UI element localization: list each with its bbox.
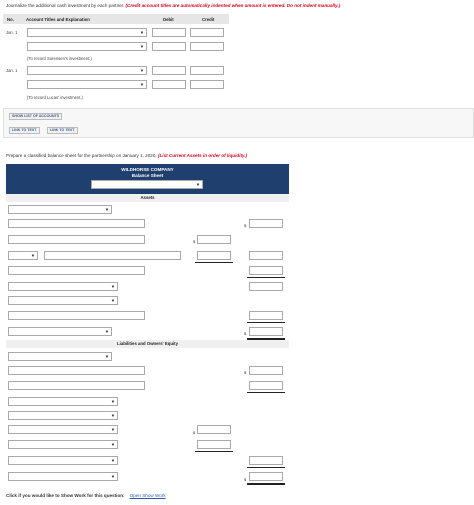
entry-1-credit-input-1[interactable]: [190, 28, 224, 37]
equity-account-select-3[interactable]: [8, 456, 118, 465]
entry-2-debit-input-1[interactable]: [152, 66, 186, 75]
header-credit: Credit: [202, 16, 215, 22]
liabilities-equity-heading: Liabilities and Owners' Equity: [6, 340, 289, 348]
asset-category-select-2[interactable]: [8, 282, 118, 291]
total-liabilities-double-underline: [247, 483, 285, 485]
liability-amount-1[interactable]: [249, 366, 283, 375]
liability-account-select-2[interactable]: [8, 381, 145, 390]
asset-contra-select[interactable]: [8, 251, 38, 260]
balance-sheet-instructions: Prepare a classified balance sheet for t…: [6, 153, 247, 158]
equity-total-input[interactable]: [249, 456, 283, 465]
total-liabilities-equity-input[interactable]: [249, 472, 283, 481]
asset-amount-col3-4[interactable]: [249, 282, 283, 291]
show-work-prompt: Click if you would like to Show Work for…: [6, 493, 125, 498]
header-debit: Debit: [163, 16, 174, 22]
asset-account-select-2[interactable]: [8, 235, 145, 244]
subtotal-underline-2: [247, 277, 285, 278]
dollar-sign-3: $: [244, 331, 247, 336]
subtotal-underline-1: [195, 262, 233, 263]
entry-1-date: Jan. 1: [6, 30, 18, 35]
show-work-row: Click if you would like to Show Work for…: [6, 493, 166, 498]
show-list-of-accounts-button[interactable]: SHOW LIST OF ACCOUNTS: [9, 113, 63, 120]
asset-amount-col2-2[interactable]: [197, 251, 231, 260]
journal-instructions: Journalize the additional cash investmen…: [6, 3, 340, 8]
asset-amount-col3-3[interactable]: [249, 266, 283, 275]
total-assets-select[interactable]: [8, 327, 112, 336]
statement-title: Balance Sheet: [131, 173, 164, 178]
entry-2-date: Jan. 1: [6, 68, 18, 73]
subtotal-underline-3: [247, 322, 285, 323]
asset-category-select-1[interactable]: [8, 205, 112, 214]
liability-category-select-1[interactable]: [8, 352, 112, 361]
subtotal-underline-4: [247, 392, 285, 393]
asset-amount-col3-2[interactable]: [249, 251, 283, 260]
open-show-work-link[interactable]: Open Show Work: [130, 493, 166, 498]
equity-account-select-1[interactable]: [8, 425, 118, 434]
entry-1-credit-input-2[interactable]: [190, 42, 224, 51]
asset-category-select-3[interactable]: [8, 296, 118, 305]
assets-heading: Assets: [6, 194, 289, 202]
total-liabilities-equity-select[interactable]: [8, 472, 118, 481]
entry-1-debit-input-1[interactable]: [152, 28, 186, 37]
journal-instructions-note: (Credit account titles are automatically…: [125, 3, 341, 8]
entry-1-account-credit-select[interactable]: [27, 42, 147, 51]
equity-heading-select[interactable]: [8, 411, 118, 420]
entry-1-debit-input-2[interactable]: [152, 42, 186, 51]
liability-category-select-2[interactable]: [8, 397, 118, 406]
asset-contra-name-input[interactable]: [44, 251, 181, 260]
dollar-sign-1: $: [244, 223, 247, 228]
date-heading-select[interactable]: [91, 180, 203, 189]
entry-2-credit-input-2[interactable]: [190, 80, 224, 89]
journal-table-header: No. Account Titles and Explanation Debit…: [3, 14, 229, 24]
dollar-sign-5: $: [193, 430, 196, 435]
asset-amount-col3-1[interactable]: [249, 219, 283, 228]
entry-1-account-debit-select[interactable]: [27, 28, 147, 37]
asset-amount-col2-1[interactable]: [197, 235, 231, 244]
company-name: WILDHORSE COMPANY: [121, 167, 174, 172]
subtotal-underline-6: [247, 467, 285, 468]
asset-account-select-1[interactable]: [8, 219, 145, 228]
dollar-sign-4: $: [244, 370, 247, 375]
entry-2-note: (To record Lucas' investment.): [27, 95, 83, 100]
header-no: No.: [7, 16, 14, 22]
entry-2-account-credit-select[interactable]: [27, 80, 147, 89]
subtotal-underline-5: [195, 451, 233, 452]
header-account: Account Titles and Explanation: [26, 16, 90, 22]
entry-2-debit-input-2[interactable]: [152, 80, 186, 89]
journal-instructions-text: Journalize the additional cash investmen…: [6, 3, 125, 8]
balance-sheet-instructions-text: Prepare a classified balance sheet for t…: [6, 153, 157, 158]
dollar-sign-2: $: [193, 239, 196, 244]
entry-1-note: (To record Sorensen's investment.): [27, 56, 92, 61]
asset-amount-col3-5[interactable]: [249, 311, 283, 320]
link-to-text-button-2[interactable]: LINK TO TEXT: [47, 127, 78, 134]
liability-account-select-1[interactable]: [8, 366, 145, 375]
entry-2-credit-input-1[interactable]: [190, 66, 224, 75]
link-to-text-button-1[interactable]: LINK TO TEXT: [9, 127, 40, 134]
total-assets-input[interactable]: [249, 327, 283, 336]
equity-amount-1[interactable]: [197, 425, 231, 434]
equity-account-select-2[interactable]: [8, 440, 118, 449]
asset-account-select-3[interactable]: [8, 266, 145, 275]
equity-amount-2[interactable]: [197, 440, 231, 449]
entry-2-account-debit-select[interactable]: [27, 66, 147, 75]
balance-sheet-instructions-note: (List Current Assets in order of liquidi…: [157, 153, 248, 158]
liability-amount-2[interactable]: [249, 381, 283, 390]
dollar-sign-6: $: [244, 477, 247, 482]
asset-account-select-4[interactable]: [8, 311, 145, 320]
